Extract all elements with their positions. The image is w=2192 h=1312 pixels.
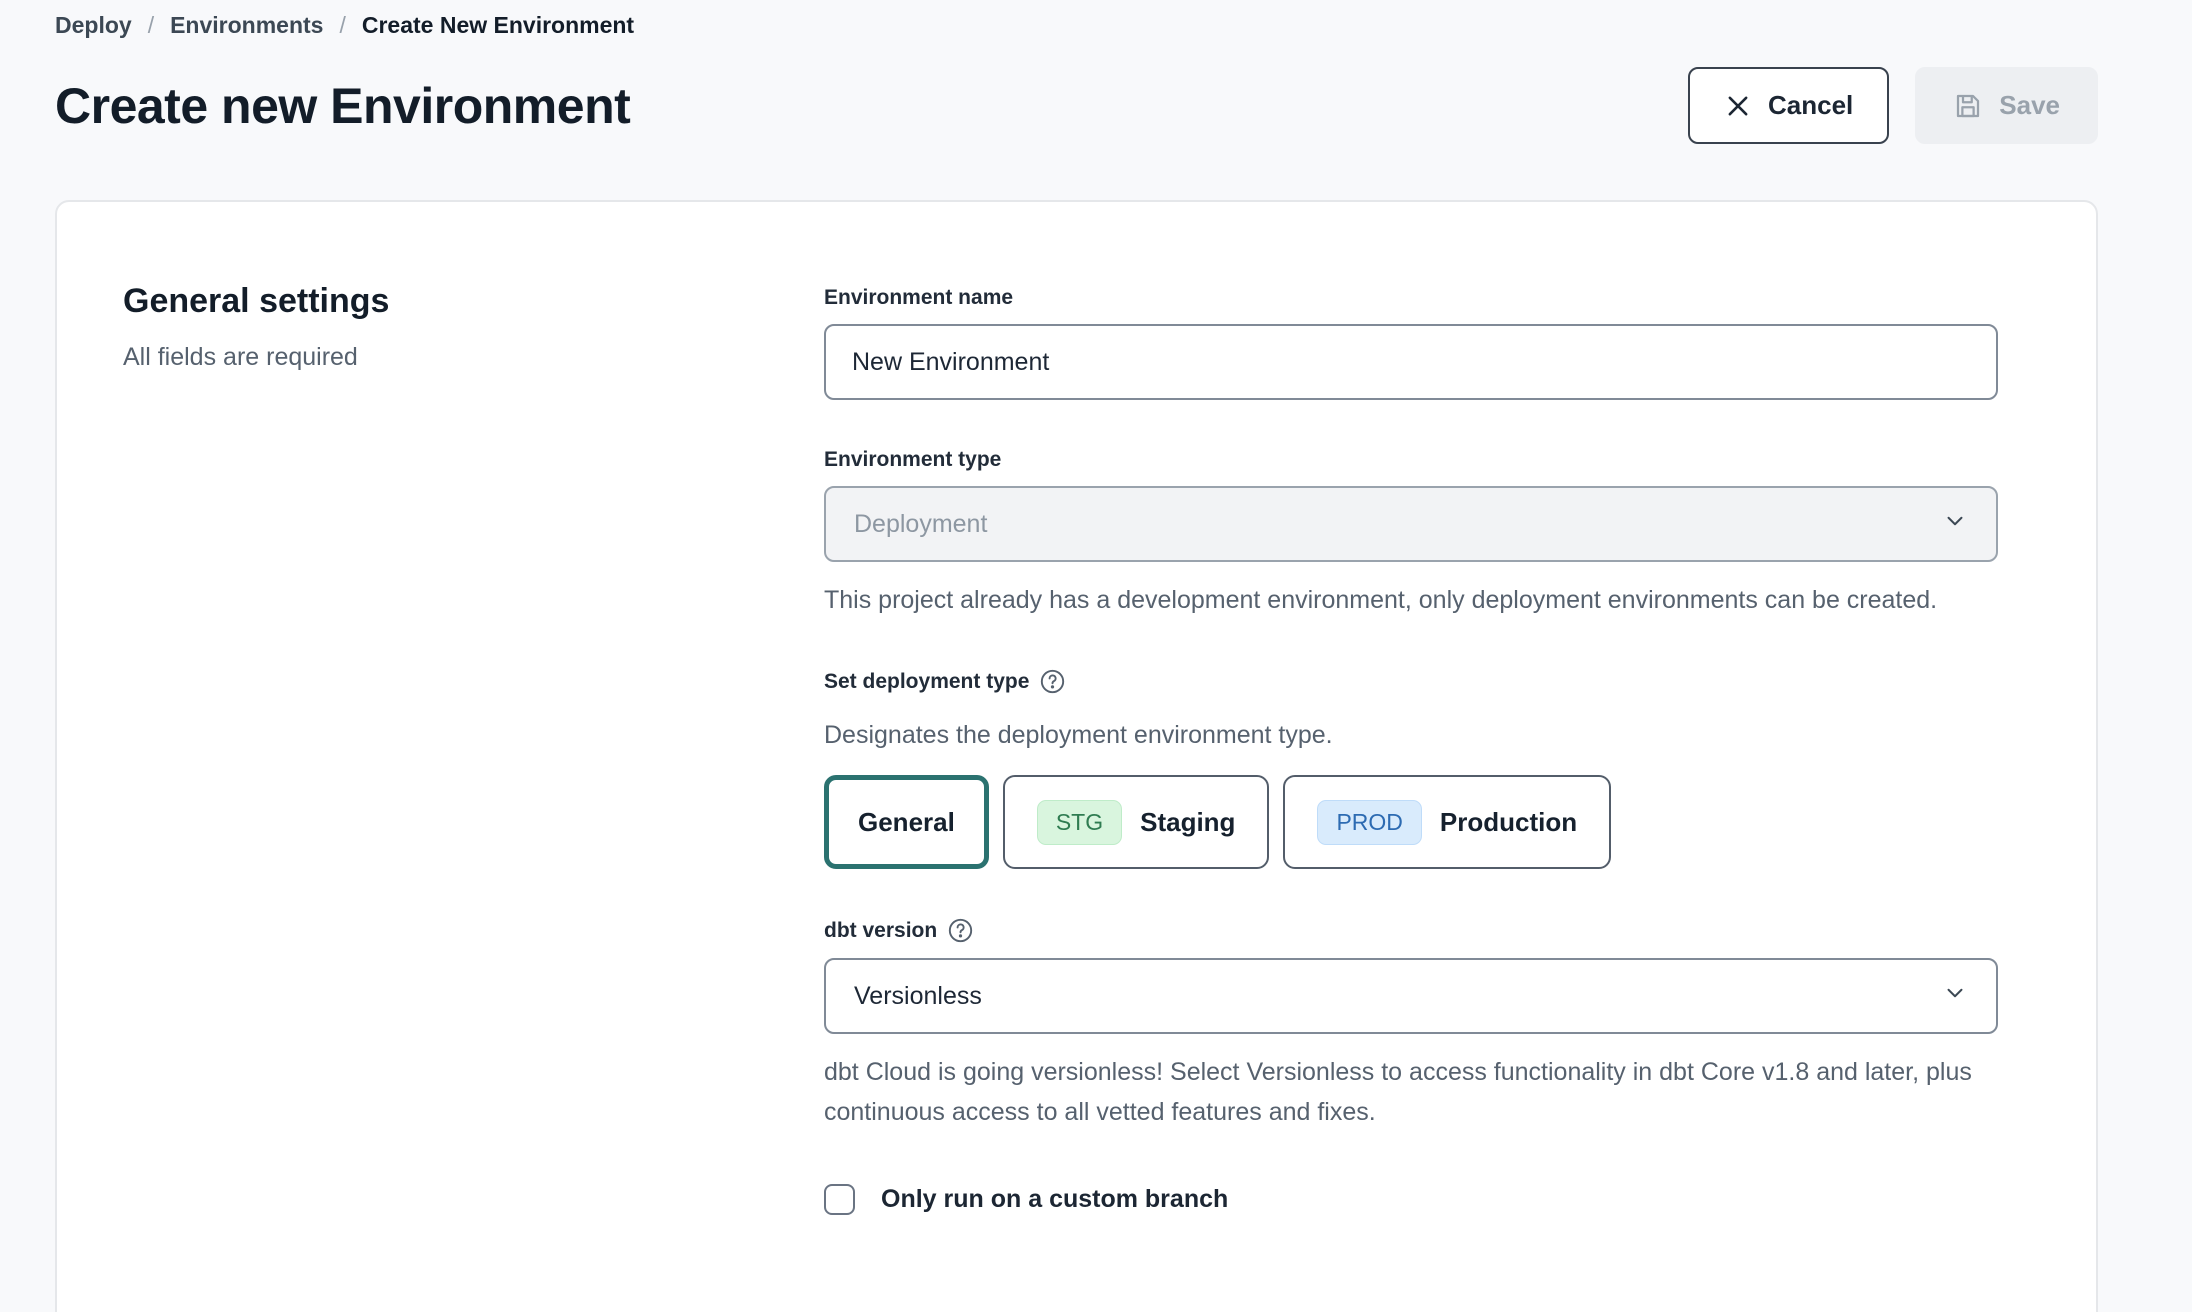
deployment-type-group: Set deployment type Designates the deplo… <box>824 668 1998 869</box>
dbt-version-label: dbt version <box>824 919 937 943</box>
custom-branch-label[interactable]: Only run on a custom branch <box>881 1185 1228 1214</box>
breadcrumb: Deploy / Environments / Create New Envir… <box>55 0 2098 39</box>
question-circle-icon[interactable] <box>1039 668 1066 695</box>
section-intro: General settings All fields are required <box>123 282 824 1215</box>
deployment-type-option-production[interactable]: PROD Production <box>1283 775 1611 869</box>
deployment-type-label: Set deployment type <box>824 670 1029 694</box>
staging-badge: STG <box>1037 800 1122 845</box>
create-environment-page: Deploy / Environments / Create New Envir… <box>0 0 2192 1312</box>
option-production-label: Production <box>1440 807 1577 838</box>
deployment-type-helper: Designates the deployment environment ty… <box>824 715 1984 755</box>
custom-branch-checkbox[interactable] <box>824 1184 855 1215</box>
breadcrumb-separator: / <box>148 12 154 39</box>
environment-type-value: Deployment <box>854 510 987 539</box>
save-button[interactable]: Save <box>1915 67 2098 144</box>
dbt-version-group: dbt version Versionless dbt Cloud is goi… <box>824 917 1998 1132</box>
deployment-type-option-staging[interactable]: STG Staging <box>1003 775 1270 869</box>
dbt-version-value: Versionless <box>854 982 982 1011</box>
save-button-label: Save <box>1999 90 2060 121</box>
cancel-button-label: Cancel <box>1768 90 1853 121</box>
breadcrumb-separator: / <box>339 12 345 39</box>
environment-name-group: Environment name <box>824 286 1998 400</box>
environment-type-select[interactable]: Deployment <box>824 486 1998 562</box>
chevron-down-icon <box>1942 980 1968 1013</box>
deployment-type-option-general[interactable]: General <box>824 775 989 869</box>
question-circle-icon[interactable] <box>947 917 974 944</box>
general-settings-card: General settings All fields are required… <box>55 200 2098 1312</box>
dbt-version-select[interactable]: Versionless <box>824 958 1998 1034</box>
breadcrumb-current: Create New Environment <box>362 12 634 39</box>
cancel-button[interactable]: Cancel <box>1688 67 1889 144</box>
page-header: Create new Environment Cancel Save <box>55 67 2098 144</box>
header-actions: Cancel Save <box>1688 67 2098 144</box>
dbt-version-helper: dbt Cloud is going versionless! Select V… <box>824 1052 1984 1132</box>
production-badge: PROD <box>1317 800 1421 845</box>
breadcrumb-environments[interactable]: Environments <box>170 12 323 39</box>
custom-branch-row: Only run on a custom branch <box>824 1184 1998 1215</box>
section-subtitle: All fields are required <box>123 343 824 372</box>
breadcrumb-deploy[interactable]: Deploy <box>55 12 132 39</box>
x-icon <box>1724 92 1752 120</box>
environment-type-helper: This project already has a development e… <box>824 580 1984 620</box>
option-general-label: General <box>858 807 955 838</box>
environment-name-label: Environment name <box>824 286 1998 310</box>
chevron-down-icon <box>1942 508 1968 541</box>
page-title: Create new Environment <box>55 77 630 135</box>
environment-form: Environment name Environment type Deploy… <box>824 282 1998 1215</box>
environment-type-label: Environment type <box>824 448 1998 472</box>
option-staging-label: Staging <box>1140 807 1235 838</box>
environment-name-input[interactable] <box>824 324 1998 400</box>
section-title: General settings <box>123 282 824 321</box>
floppy-disk-icon <box>1953 91 1983 121</box>
environment-type-group: Environment type Deployment This project… <box>824 448 1998 620</box>
deployment-type-options: General STG Staging PROD Production <box>824 775 1998 869</box>
